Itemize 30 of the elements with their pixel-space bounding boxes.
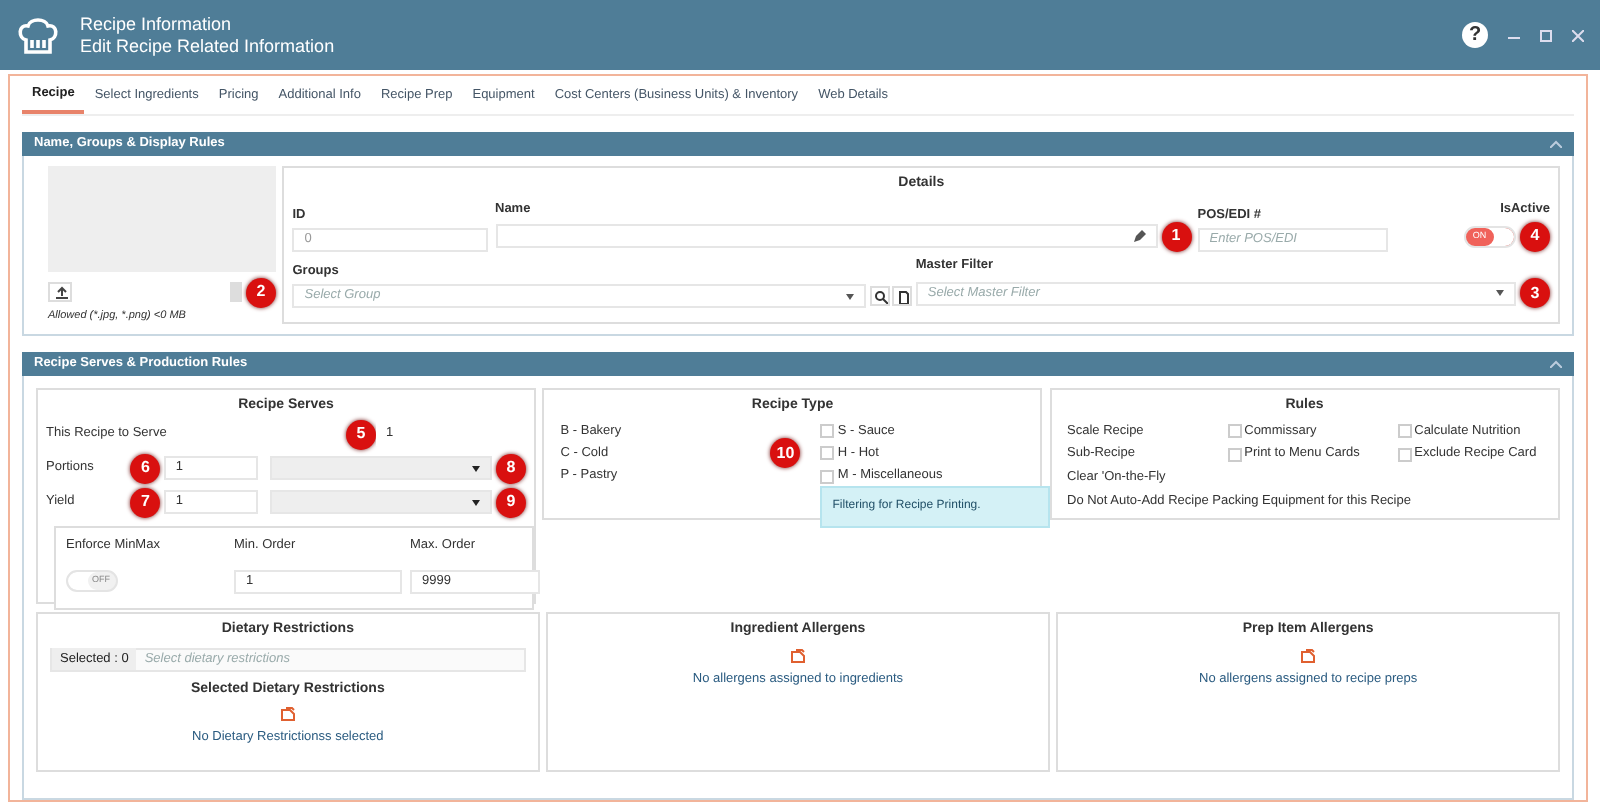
chef-hat-icon xyxy=(16,13,60,57)
caret-icon xyxy=(472,499,481,505)
window-title: Recipe Information xyxy=(80,13,234,35)
callout-marker: 6 xyxy=(130,453,161,483)
callout-marker: 8 xyxy=(496,453,526,483)
document-icon xyxy=(789,647,806,663)
callout-marker: 1 xyxy=(1161,221,1191,252)
callout-marker: 7 xyxy=(130,487,161,517)
window-subtitle: Edit Recipe Related Information xyxy=(80,35,337,57)
callout-marker: 2 xyxy=(246,277,276,308)
pencil-icon[interactable] xyxy=(1133,230,1146,243)
caret-icon xyxy=(1496,290,1505,297)
upload-icon[interactable] xyxy=(48,282,72,303)
name-field[interactable] xyxy=(495,224,1158,249)
collapse-icon[interactable] xyxy=(1550,360,1562,368)
close-icon[interactable] xyxy=(1572,29,1584,41)
caret-icon xyxy=(846,293,854,300)
maximize-icon[interactable] xyxy=(1540,29,1552,41)
help-button[interactable]: ? xyxy=(1462,22,1488,48)
search-icon[interactable] xyxy=(869,286,890,307)
callout-marker: 9 xyxy=(496,487,526,517)
callout-marker: 3 xyxy=(1520,278,1550,309)
callout-marker: 10 xyxy=(770,438,801,469)
document-icon[interactable] xyxy=(892,286,913,307)
document-icon xyxy=(1300,647,1317,663)
callout-marker: 4 xyxy=(1520,221,1550,252)
caret-icon xyxy=(472,465,481,471)
callout-marker: 5 xyxy=(346,419,376,449)
document-icon xyxy=(279,706,296,722)
collapse-icon[interactable] xyxy=(1550,140,1562,148)
